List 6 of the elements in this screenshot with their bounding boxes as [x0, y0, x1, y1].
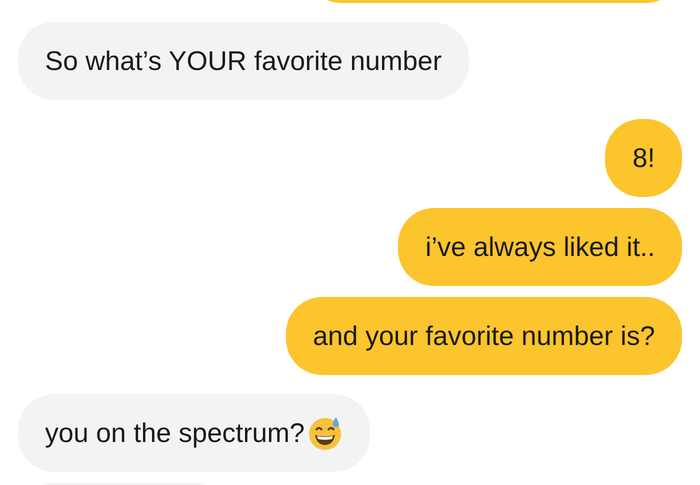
message-text: i’ve always liked it..	[425, 232, 655, 262]
message-text: you on the spectrum?	[45, 418, 305, 448]
message-text: So what’s YOUR favorite number	[45, 46, 442, 76]
message-text: 8!	[632, 142, 655, 174]
message-text: and your favorite number is?	[312, 320, 655, 352]
grinning-sweat-face-icon	[306, 415, 343, 451]
